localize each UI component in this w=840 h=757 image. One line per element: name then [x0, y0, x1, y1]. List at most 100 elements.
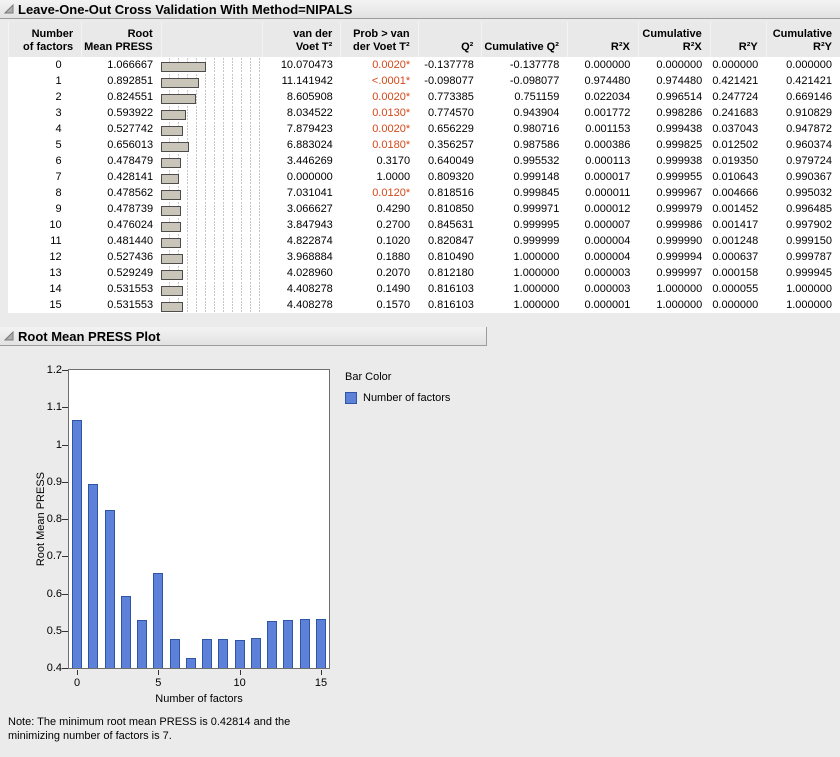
table-row[interactable]: 40.5277427.8794230.0020*0.6562290.980716… [9, 121, 840, 137]
cell-cq2: 1.000000 [482, 265, 568, 281]
press-bar[interactable] [161, 238, 181, 248]
table-row[interactable]: 130.5292494.0289600.20700.8121801.000000… [9, 265, 840, 281]
press-bar[interactable] [161, 190, 181, 200]
table-row[interactable]: 120.5274363.9688840.18800.8104901.000000… [9, 249, 840, 265]
chart-bar-11[interactable] [251, 638, 261, 668]
table-row[interactable]: 90.4787393.0666270.42900.8108500.9999710… [9, 201, 840, 217]
table-row[interactable]: 01.06666710.0704730.0020*-0.137778-0.137… [9, 57, 840, 73]
col-header-cq2[interactable]: Cumulative Q² [482, 22, 568, 57]
chart-bar-5[interactable] [153, 573, 163, 668]
cell-press: 0.531553 [82, 297, 161, 313]
press-bar[interactable] [161, 126, 183, 136]
cell-cr2y: 0.910829 [766, 105, 840, 121]
y-tick-mark [62, 407, 68, 408]
table-row[interactable]: 50.6560136.8830240.0180*0.3562570.987586… [9, 137, 840, 153]
disclosure-triangle-icon[interactable] [3, 331, 14, 342]
chart-bar-6[interactable] [170, 639, 180, 668]
cell-q2: 0.810490 [418, 249, 482, 265]
cell-q2: 0.820847 [418, 233, 482, 249]
chart-bar-15[interactable] [316, 619, 326, 668]
col-header-r2y[interactable]: R²Y [710, 22, 766, 57]
plot-area[interactable] [68, 369, 330, 669]
cell-cq2: 1.000000 [482, 249, 568, 265]
cell-press: 0.656013 [82, 137, 161, 153]
cell-r2y: 0.001417 [710, 217, 766, 233]
table-row[interactable]: 10.89285111.141942<.0001*-0.098077-0.098… [9, 73, 840, 89]
press-bar[interactable] [161, 254, 183, 264]
chart-bar-12[interactable] [267, 621, 277, 669]
chart-bar-13[interactable] [283, 620, 293, 668]
cell-factors: 4 [9, 121, 82, 137]
legend-item[interactable]: Number of factors [345, 392, 450, 404]
col-header-factors[interactable]: Numberof factors [9, 22, 82, 57]
cell-p: 1.0000 [341, 169, 418, 185]
col-header-bar[interactable] [161, 22, 262, 57]
cell-r2y: 0.000637 [710, 249, 766, 265]
chart-bar-8[interactable] [202, 639, 212, 668]
section-title-press-plot[interactable]: Root Mean PRESS Plot [18, 329, 160, 344]
cell-p: 0.0020* [341, 89, 418, 105]
cell-q2: 0.656229 [418, 121, 482, 137]
chart-bar-14[interactable] [300, 619, 310, 668]
col-header-press[interactable]: RootMean PRESS [82, 22, 161, 57]
chart-bar-7[interactable] [186, 658, 196, 669]
cell-factors: 9 [9, 201, 82, 217]
chart-bar-9[interactable] [218, 639, 228, 668]
press-bar[interactable] [161, 158, 181, 168]
y-tick-mark [62, 594, 68, 595]
cell-cr2y: 0.999787 [766, 249, 840, 265]
press-bar[interactable] [161, 222, 181, 232]
table-row[interactable]: 20.8245518.6059080.0020*0.7733850.751159… [9, 89, 840, 105]
table-row[interactable]: 110.4814404.8228740.10200.8208470.999999… [9, 233, 840, 249]
cell-cr2x: 0.999997 [638, 265, 710, 281]
press-bar[interactable] [161, 270, 183, 280]
press-bar[interactable] [161, 286, 183, 296]
x-tick-mark [158, 670, 159, 675]
press-bar[interactable] [161, 206, 181, 216]
chart-bar-4[interactable] [137, 620, 147, 668]
section-title-crossval[interactable]: Leave-One-Out Cross Validation With Meth… [18, 2, 352, 17]
table-row[interactable]: 70.4281410.0000001.00000.8093200.9991480… [9, 169, 840, 185]
chart-bar-3[interactable] [121, 596, 131, 668]
chart-bar-1[interactable] [88, 484, 98, 668]
table-row[interactable]: 30.5939228.0345220.0130*0.7745700.943904… [9, 105, 840, 121]
press-bar[interactable] [161, 302, 183, 312]
note-line-1: Note: The minimum root mean PRESS is 0.4… [8, 715, 840, 729]
cell-r2x: 0.000001 [567, 297, 638, 313]
table-row[interactable]: 60.4784793.4462690.31700.6400490.9955320… [9, 153, 840, 169]
y-tick-mark [62, 482, 68, 483]
cell-q2: 0.816103 [418, 281, 482, 297]
disclosure-triangle-icon[interactable] [3, 4, 14, 15]
press-bar[interactable] [161, 174, 179, 184]
press-bar[interactable] [161, 94, 196, 104]
col-header-t2[interactable]: van derVoet T² [262, 22, 341, 57]
col-header-p[interactable]: Prob > vander Voet T² [341, 22, 418, 57]
y-tick-label: 0.5 [44, 625, 62, 637]
col-header-r2x[interactable]: R²X [567, 22, 638, 57]
cell-factors: 7 [9, 169, 82, 185]
col-header-cr2y[interactable]: CumulativeR²Y [766, 22, 840, 57]
cell-t2: 8.034522 [262, 105, 341, 121]
cell-cr2y: 0.669146 [766, 89, 840, 105]
press-bar[interactable] [161, 110, 186, 120]
table-row[interactable]: 100.4760243.8479430.27000.8456310.999995… [9, 217, 840, 233]
chart-bar-0[interactable] [72, 420, 82, 668]
col-header-q2[interactable]: Q² [418, 22, 482, 57]
y-tick-mark [62, 519, 68, 520]
col-header-cr2x[interactable]: CumulativeR²X [638, 22, 710, 57]
legend: Bar Color Number of factors [345, 371, 450, 404]
cell-press: 0.478739 [82, 201, 161, 217]
table-row[interactable]: 80.4785627.0310410.0120*0.8185160.999845… [9, 185, 840, 201]
press-bar[interactable] [161, 78, 199, 88]
press-bar[interactable] [161, 142, 189, 152]
table-body: 01.06666710.0704730.0020*-0.137778-0.137… [9, 57, 840, 313]
press-bar-cell [161, 105, 262, 121]
table-row[interactable]: 150.5315534.4082780.15700.8161031.000000… [9, 297, 840, 313]
cell-factors: 14 [9, 281, 82, 297]
cell-cr2x: 0.999994 [638, 249, 710, 265]
chart-bar-2[interactable] [105, 510, 115, 668]
press-bar[interactable] [161, 62, 206, 72]
cell-r2y: 0.019350 [710, 153, 766, 169]
table-row[interactable]: 140.5315534.4082780.14900.8161031.000000… [9, 281, 840, 297]
chart-bar-10[interactable] [235, 640, 245, 668]
